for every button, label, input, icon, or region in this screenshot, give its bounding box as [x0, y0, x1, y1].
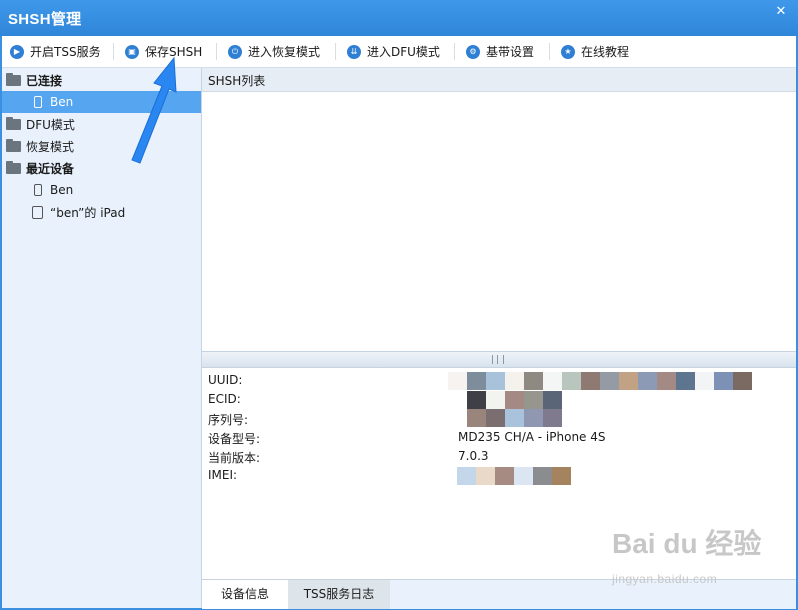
- info-row-version: 当前版本: 7.0.3: [208, 449, 489, 465]
- tab-device-info[interactable]: 设备信息: [202, 580, 288, 609]
- toolbar-separator: [113, 43, 114, 60]
- folder-icon: [6, 72, 21, 86]
- phone-icon: [34, 96, 42, 108]
- baseband-settings-button[interactable]: ⚙ 基带设置: [466, 41, 534, 62]
- toolbar-separator: [454, 43, 455, 60]
- phone-icon: [34, 184, 42, 196]
- start-tss-button[interactable]: ▶ 开启TSS服务: [10, 41, 101, 62]
- shsh-list-panel: SHSH列表: [202, 68, 796, 351]
- folder-icon: [6, 160, 21, 174]
- enter-dfu-button[interactable]: ⇊ 进入DFU模式: [347, 41, 440, 62]
- splitter-grip-icon: [492, 355, 504, 364]
- tab-tss-log[interactable]: TSS服务日志: [288, 580, 390, 609]
- toolbar-separator: [216, 43, 217, 60]
- toolbar-separator: [335, 43, 336, 60]
- imei-redacted: [457, 467, 571, 485]
- window-title: SHSH管理: [8, 11, 82, 28]
- down-arrows-icon: ⇊: [347, 44, 361, 59]
- tree-item-recent-ipad[interactable]: “ben”的 iPad: [2, 201, 201, 223]
- folder-icon: [6, 138, 21, 152]
- tablet-icon: [32, 205, 43, 219]
- folder-icon: [6, 116, 21, 130]
- star-icon: ★: [561, 44, 575, 59]
- pointer-arrow-icon: [131, 56, 177, 164]
- ecid-redacted: [467, 391, 562, 409]
- panel-splitter[interactable]: [202, 351, 796, 368]
- close-button[interactable]: ✕: [770, 3, 792, 21]
- shsh-list-header: SHSH列表: [202, 68, 796, 92]
- title-bar: SHSH管理 ✕: [0, 0, 798, 36]
- watermark: Bai du 经验 jingyan.baidu.com: [612, 528, 762, 586]
- toolbar-separator: [549, 43, 550, 60]
- close-icon: ✕: [775, 4, 787, 19]
- version-value: 7.0.3: [458, 449, 489, 463]
- power-icon: ⏻: [228, 44, 242, 59]
- serial-redacted: [467, 409, 562, 427]
- uuid-redacted: [448, 372, 752, 390]
- tree-item-recent-ben[interactable]: Ben: [2, 179, 201, 201]
- model-value: MD235 CH/A - iPhone 4S: [458, 430, 606, 444]
- info-row-model: 设备型号: MD235 CH/A - iPhone 4S: [208, 430, 606, 446]
- enter-recovery-button[interactable]: ⏻ 进入恢复模式: [228, 41, 320, 62]
- online-tutorial-button[interactable]: ★ 在线教程: [561, 41, 629, 62]
- gear-icon: ⚙: [466, 44, 480, 59]
- play-icon: ▶: [10, 44, 24, 59]
